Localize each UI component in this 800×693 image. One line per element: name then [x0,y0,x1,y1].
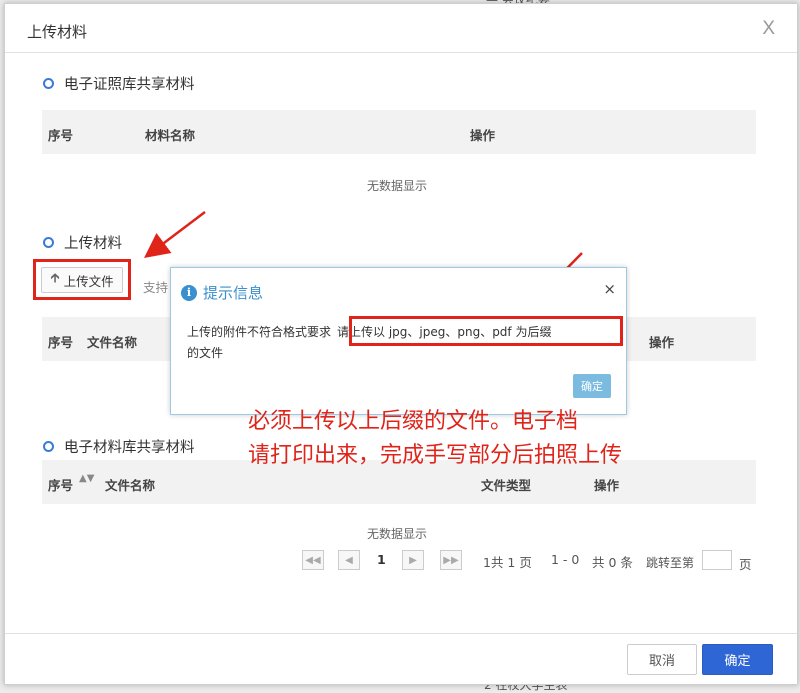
upload-section-label: 上传材料 [64,236,122,252]
support-hint-text: 支持 [143,280,169,295]
circle-bullet-icon [43,237,54,248]
column-header: 文件名称 [87,335,138,350]
last-page-button[interactable]: ▶▶ [440,550,462,570]
record-total: 共 0 条 [592,555,633,570]
popup-header: i 提示信息 [181,282,263,303]
column-header: 序号 [48,478,74,493]
column-header: 文件类型 [481,478,532,493]
annotation-text: 必须上传以上后缀的文件。电子档 请打印出来，完成手写部分后拍照上传 [248,405,622,473]
column-header: 序号 [48,128,74,143]
column-header: 操作 [594,478,620,493]
jump-page-input[interactable] [702,550,732,570]
annotation-highlight-box [33,259,131,300]
circle-bullet-icon [43,78,54,89]
ecert-section-label: 电子证照库共享材料 [64,77,195,93]
dialog-close-button[interactable]: X [762,18,775,40]
cancel-button[interactable]: 取消 [627,644,697,675]
dialog-header-divider [5,52,797,53]
info-icon: i [181,284,197,301]
column-header: 文件名称 [105,478,156,493]
current-page-number: 1 [377,552,386,567]
ecert-section-title: 电子证照库共享材料 [43,73,195,94]
record-range: 1 - 0 [551,552,580,567]
dialog-title: 上传材料 [27,23,88,41]
elib-empty-text: 无数据显示 [367,527,428,541]
dialog-footer-divider [5,633,797,634]
confirm-button[interactable]: 确定 [702,644,773,675]
popup-confirm-button[interactable]: 确定 [573,374,611,398]
prev-page-button[interactable]: ◀ [338,550,360,570]
jump-label: 跳转至第 [646,556,695,570]
annotation-line: 必须上传以上后缀的文件。电子档 [248,409,579,434]
elib-section-label: 电子材料库共享材料 [64,440,195,456]
column-header: 序号 [48,335,74,350]
column-header: 操作 [470,128,496,143]
popup-message-prefix: 上传的附件不符合格式要求 [187,325,332,339]
popup-close-button[interactable]: × [603,280,616,298]
first-page-button[interactable]: ◀◀ [302,550,324,570]
next-page-button[interactable]: ▶ [402,550,424,570]
ecert-empty-text: 无数据显示 [367,179,428,193]
column-header: 操作 [649,335,675,350]
popup-title: 提示信息 [203,284,264,302]
column-header: 材料名称 [145,128,196,143]
circle-bullet-icon [43,441,54,452]
annotation-line: 请打印出来，完成手写部分后拍照上传 [248,443,623,468]
annotation-highlight-box [349,316,623,346]
popup-message-suffix: 的文件 [187,346,224,360]
sort-icon[interactable]: ▲▼ [79,473,94,484]
page-suffix: 页 [739,557,752,572]
page-info: 1共 1 页 [483,555,532,570]
ecert-table-header: 序号 材料名称 操作 [42,110,756,154]
elib-section-title: 电子材料库共享材料 [43,436,195,457]
upload-section-title: 上传材料 [43,232,122,253]
